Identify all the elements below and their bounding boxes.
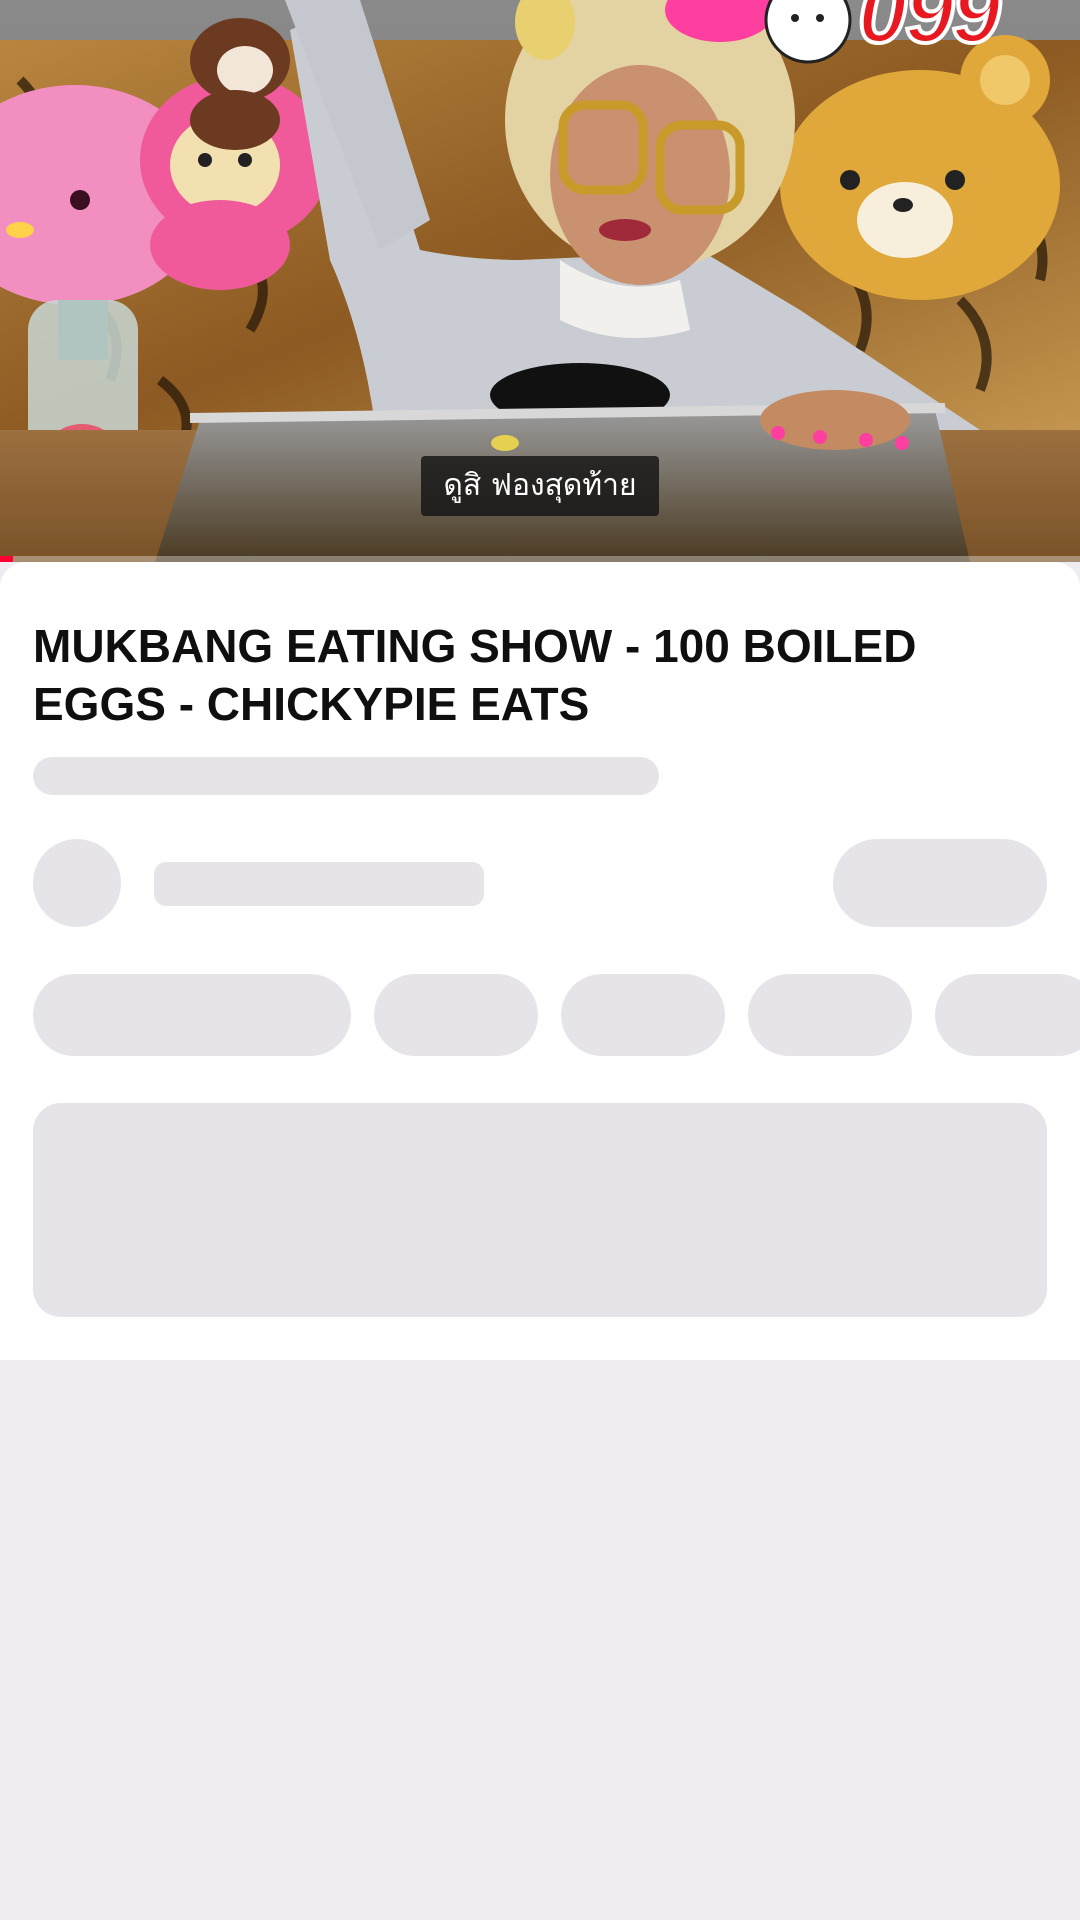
overlay-number: 099 (856, 0, 1003, 61)
video-title: MUKBANG EATING SHOW - 100 BOILED EGGS - … (33, 620, 917, 730)
content-background (0, 1360, 1080, 1920)
description-placeholder (33, 1103, 1047, 1317)
channel-avatar-placeholder (33, 839, 121, 927)
subtitle-caption: ดูสิ ฟองสุดท้าย (421, 456, 659, 516)
video-player[interactable]: 099 ดูสิ ฟองสุดท้าย (0, 0, 1080, 562)
metadata-placeholder (33, 757, 659, 795)
progress-bar-fill (0, 556, 13, 562)
channel-name-placeholder (154, 862, 484, 906)
action-chip-placeholder (33, 974, 351, 1056)
action-chip-placeholder (935, 974, 1080, 1056)
action-chip-placeholder (561, 974, 725, 1056)
video-details-sheet: MUKBANG EATING SHOW - 100 BOILED EGGS - … (0, 562, 1080, 1360)
action-chip-placeholder (748, 974, 912, 1056)
subscribe-button-placeholder (833, 839, 1047, 927)
action-chip-placeholder (374, 974, 538, 1056)
